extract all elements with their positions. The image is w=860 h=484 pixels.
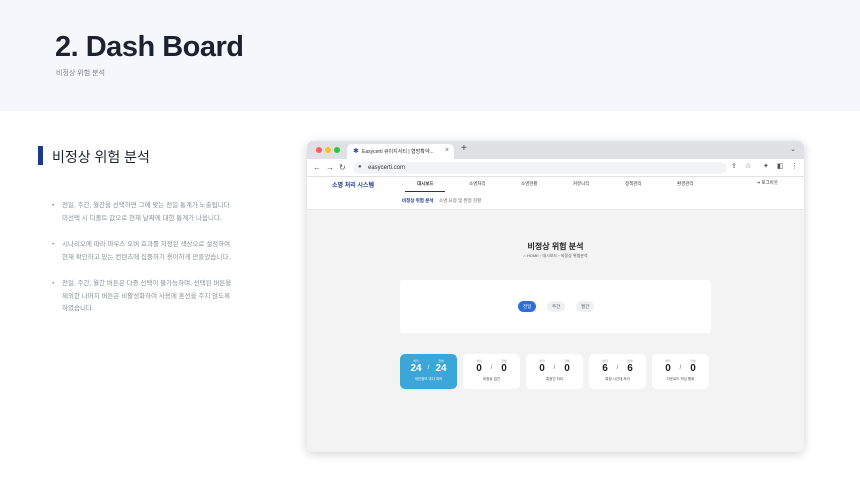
section-accent-bar xyxy=(38,146,43,165)
stat-label: 다운로드 의심 행위 xyxy=(666,377,695,381)
breadcrumb: ⌂ HOME › 대시보드 › 비정상 위험분석 xyxy=(523,253,588,258)
browser-tab[interactable]: ✱ Easycerti 큐이지서티 | 협방확약... × xyxy=(347,144,454,159)
nav-item-policy[interactable]: 정책관리 xyxy=(625,181,642,187)
bullet-marker: • xyxy=(52,202,55,209)
stat-label: 개인정보 과다 처리 xyxy=(414,377,443,381)
description-line: 전일, 주간, 월간을 선택하면 그에 맞는 전일 통계가 노출됩니다. xyxy=(62,202,232,209)
slide-header: 2. Dash Board 비정상 위험 분석 xyxy=(0,0,860,111)
description-line: 제외한 나머지 버튼은 비활성화하여 사용에 혼선을 주지 않도록 xyxy=(62,292,231,300)
filter-weekly-button[interactable]: 주간 xyxy=(547,301,566,312)
nav-item-community[interactable]: 커뮤니티 xyxy=(573,181,590,187)
stat-right-value: 0 xyxy=(690,363,696,374)
browser-tab-bar: ✱ Easycerti 큐이지서티 | 협방확약... × + ⌄ xyxy=(307,141,804,159)
reload-button[interactable]: ↻ xyxy=(339,163,346,172)
address-toolbar: ← → ↻ ● easycerti.com ⇪ ☆ ✦ ◧ ⋮ xyxy=(307,159,804,177)
stat-left-value: 6 xyxy=(602,363,608,374)
nav-item-dashboard[interactable]: 대시보드 xyxy=(417,181,434,187)
tab-search-icon[interactable]: ⌄ xyxy=(790,145,796,153)
bookmark-star-icon[interactable]: ☆ xyxy=(745,162,751,170)
description-item: • 전일, 주간, 월간 버튼은 다중 선택이 불가능하며, 선택된 버튼을 제… xyxy=(52,278,262,316)
back-button[interactable]: ← xyxy=(313,163,321,172)
bullet-marker: • xyxy=(52,241,55,248)
period-filter-card: 전일 주간 월간 xyxy=(400,280,711,333)
slide-title: 2. Dash Board xyxy=(55,31,244,63)
bullet-marker: • xyxy=(52,280,55,287)
tab-title: Easycerti 큐이지서티 | 협방확약... xyxy=(362,149,434,155)
minimize-window-button[interactable] xyxy=(325,147,331,153)
description-line: 미선택 시 디폴트 값으로 현재 날짜에 대한 통계가 나옵니다. xyxy=(62,214,222,222)
logout-button[interactable]: ⇥ 로그아웃 xyxy=(756,180,778,186)
more-menu-icon[interactable]: ⋮ xyxy=(791,162,798,170)
description-line: 현재 확인하고 있는 컨텐츠에 집중하기 용이하게 만들었습니다. xyxy=(62,253,231,261)
stat-left-value: 0 xyxy=(476,363,482,374)
nav-item-processing[interactable]: 소명처리 xyxy=(469,181,486,187)
stat-card-specific-person[interactable]: 처리 전체 0 / 0 특정인 처리 xyxy=(526,354,583,389)
stat-right-value: 0 xyxy=(564,363,570,374)
stat-left-value: 0 xyxy=(539,363,545,374)
sidebar-icon[interactable]: ◧ xyxy=(777,162,784,170)
description-line: 전일, 주간, 월간 버튼은 다중 선택이 불가능하며, 선택된 버튼을 xyxy=(62,280,232,287)
maximize-window-button[interactable] xyxy=(334,147,340,153)
site-header: 소명 처리 시스템 대시보드 소명처리 소명현황 커뮤니티 정책관리 환경관리 … xyxy=(307,177,804,210)
stat-right-value: 0 xyxy=(501,363,507,374)
filter-monthly-button[interactable]: 월간 xyxy=(576,301,595,312)
nav-item-settings[interactable]: 환경관리 xyxy=(677,181,694,187)
browser-window: ✱ Easycerti 큐이지서티 | 협방확약... × + ⌄ ← → ↻ … xyxy=(307,141,804,452)
stat-left-value: 24 xyxy=(410,363,422,374)
close-window-button[interactable] xyxy=(316,147,322,153)
stat-card-suspicious-download[interactable]: 처리 전체 0 / 0 다운로드 의심 행위 xyxy=(652,354,709,389)
subnav-request-status[interactable]: 소명 요청 및 완정 현황 xyxy=(439,198,481,204)
favicon-icon: ✱ xyxy=(353,148,359,155)
description-item: • 전일, 주간, 월간을 선택하면 그에 맞는 전일 통계가 노출됩니다. 미… xyxy=(52,200,262,225)
lock-icon: ● xyxy=(358,164,362,170)
stat-left-value: 0 xyxy=(665,363,671,374)
page-title: 비정상 위험 분석 xyxy=(527,242,584,251)
filter-daily-button[interactable]: 전일 xyxy=(518,301,537,312)
forward-button[interactable]: → xyxy=(326,163,334,172)
stat-card-specific-time[interactable]: 처리 전체 6 / 6 특정 시간대 처리 xyxy=(589,354,646,389)
description-line: 시나리오에 따라 마우스 오버 효과를 지정된 색상으로 설정하여 xyxy=(62,241,231,248)
section-title: 비정상 위험 분석 xyxy=(52,149,150,165)
stat-label: 특정 시간대 처리 xyxy=(605,377,630,381)
description-list: • 전일, 주간, 월간을 선택하면 그에 맞는 전일 통계가 노출됩니다. 미… xyxy=(52,200,262,330)
extensions-icon[interactable]: ✦ xyxy=(763,162,769,170)
close-tab-icon[interactable]: × xyxy=(445,147,449,154)
share-icon[interactable]: ⇪ xyxy=(731,162,737,170)
stat-right-value: 24 xyxy=(435,363,447,374)
new-tab-button[interactable]: + xyxy=(461,143,467,154)
active-nav-underline xyxy=(405,191,445,192)
description-item: • 시나리오에 따라 마우스 오버 효과를 지정된 색상으로 설정하여 현재 확… xyxy=(52,239,262,264)
url-text: easycerti.com xyxy=(368,164,406,171)
stat-card-excess-processing[interactable]: 처리 전체 24 / 24 개인정보 과다 처리 xyxy=(400,354,457,389)
address-bar[interactable]: ● easycerti.com xyxy=(353,162,727,174)
stat-label: 비정상 접근 xyxy=(482,377,501,381)
stat-card-abnormal-access[interactable]: 처리 전체 0 / 0 비정상 접근 xyxy=(463,354,520,389)
slide-subtitle: 비정상 위험 분석 xyxy=(56,70,105,77)
stat-right-value: 6 xyxy=(627,363,633,374)
subnav-risk-analysis[interactable]: 비정상 위험 분석 xyxy=(402,198,433,204)
nav-item-status[interactable]: 소명현황 xyxy=(521,181,538,187)
description-line: 하였습니다. xyxy=(62,305,94,312)
stat-label: 특정인 처리 xyxy=(545,377,564,381)
site-logo[interactable]: 소명 처리 시스템 xyxy=(332,180,374,189)
